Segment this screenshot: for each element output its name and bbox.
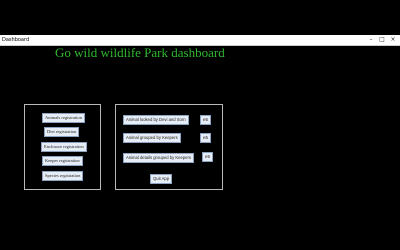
animal-details-grouped-button[interactable]: Animal details grouped by Keepers: [123, 153, 194, 163]
diet-registration-button[interactable]: Diet registration: [44, 127, 80, 137]
maximize-icon[interactable]: □: [379, 36, 385, 43]
grouped-by-keepers-count-badge: e5: [200, 133, 211, 143]
looked-by-count-badge: e5: [200, 115, 211, 125]
keeper-registration-button[interactable]: Keeper registration: [42, 156, 83, 166]
registration-panel: Animals registration Diet registration E…: [24, 104, 101, 190]
reports-panel: Animal looked by Devi and Sorn e5 Animal…: [115, 104, 223, 190]
animals-looked-by-button[interactable]: Animal looked by Devi and Sorn: [123, 115, 189, 125]
details-grouped-count-badge: e5: [202, 152, 213, 162]
quit-app-button[interactable]: Quit App: [150, 174, 173, 184]
species-registration-button[interactable]: Species registration: [42, 171, 84, 181]
animals-registration-button[interactable]: Animals registration: [42, 113, 85, 123]
minimize-icon[interactable]: –: [368, 36, 374, 43]
page-title: Go wild wildlife Park dashboard: [55, 45, 225, 60]
close-icon[interactable]: ×: [390, 36, 396, 43]
animals-grouped-by-keepers-button[interactable]: Animal grouped by Keepers: [123, 133, 181, 143]
window-title: Dashboard: [2, 37, 30, 43]
enclosure-registration-button[interactable]: Enclosure registration: [41, 142, 87, 152]
